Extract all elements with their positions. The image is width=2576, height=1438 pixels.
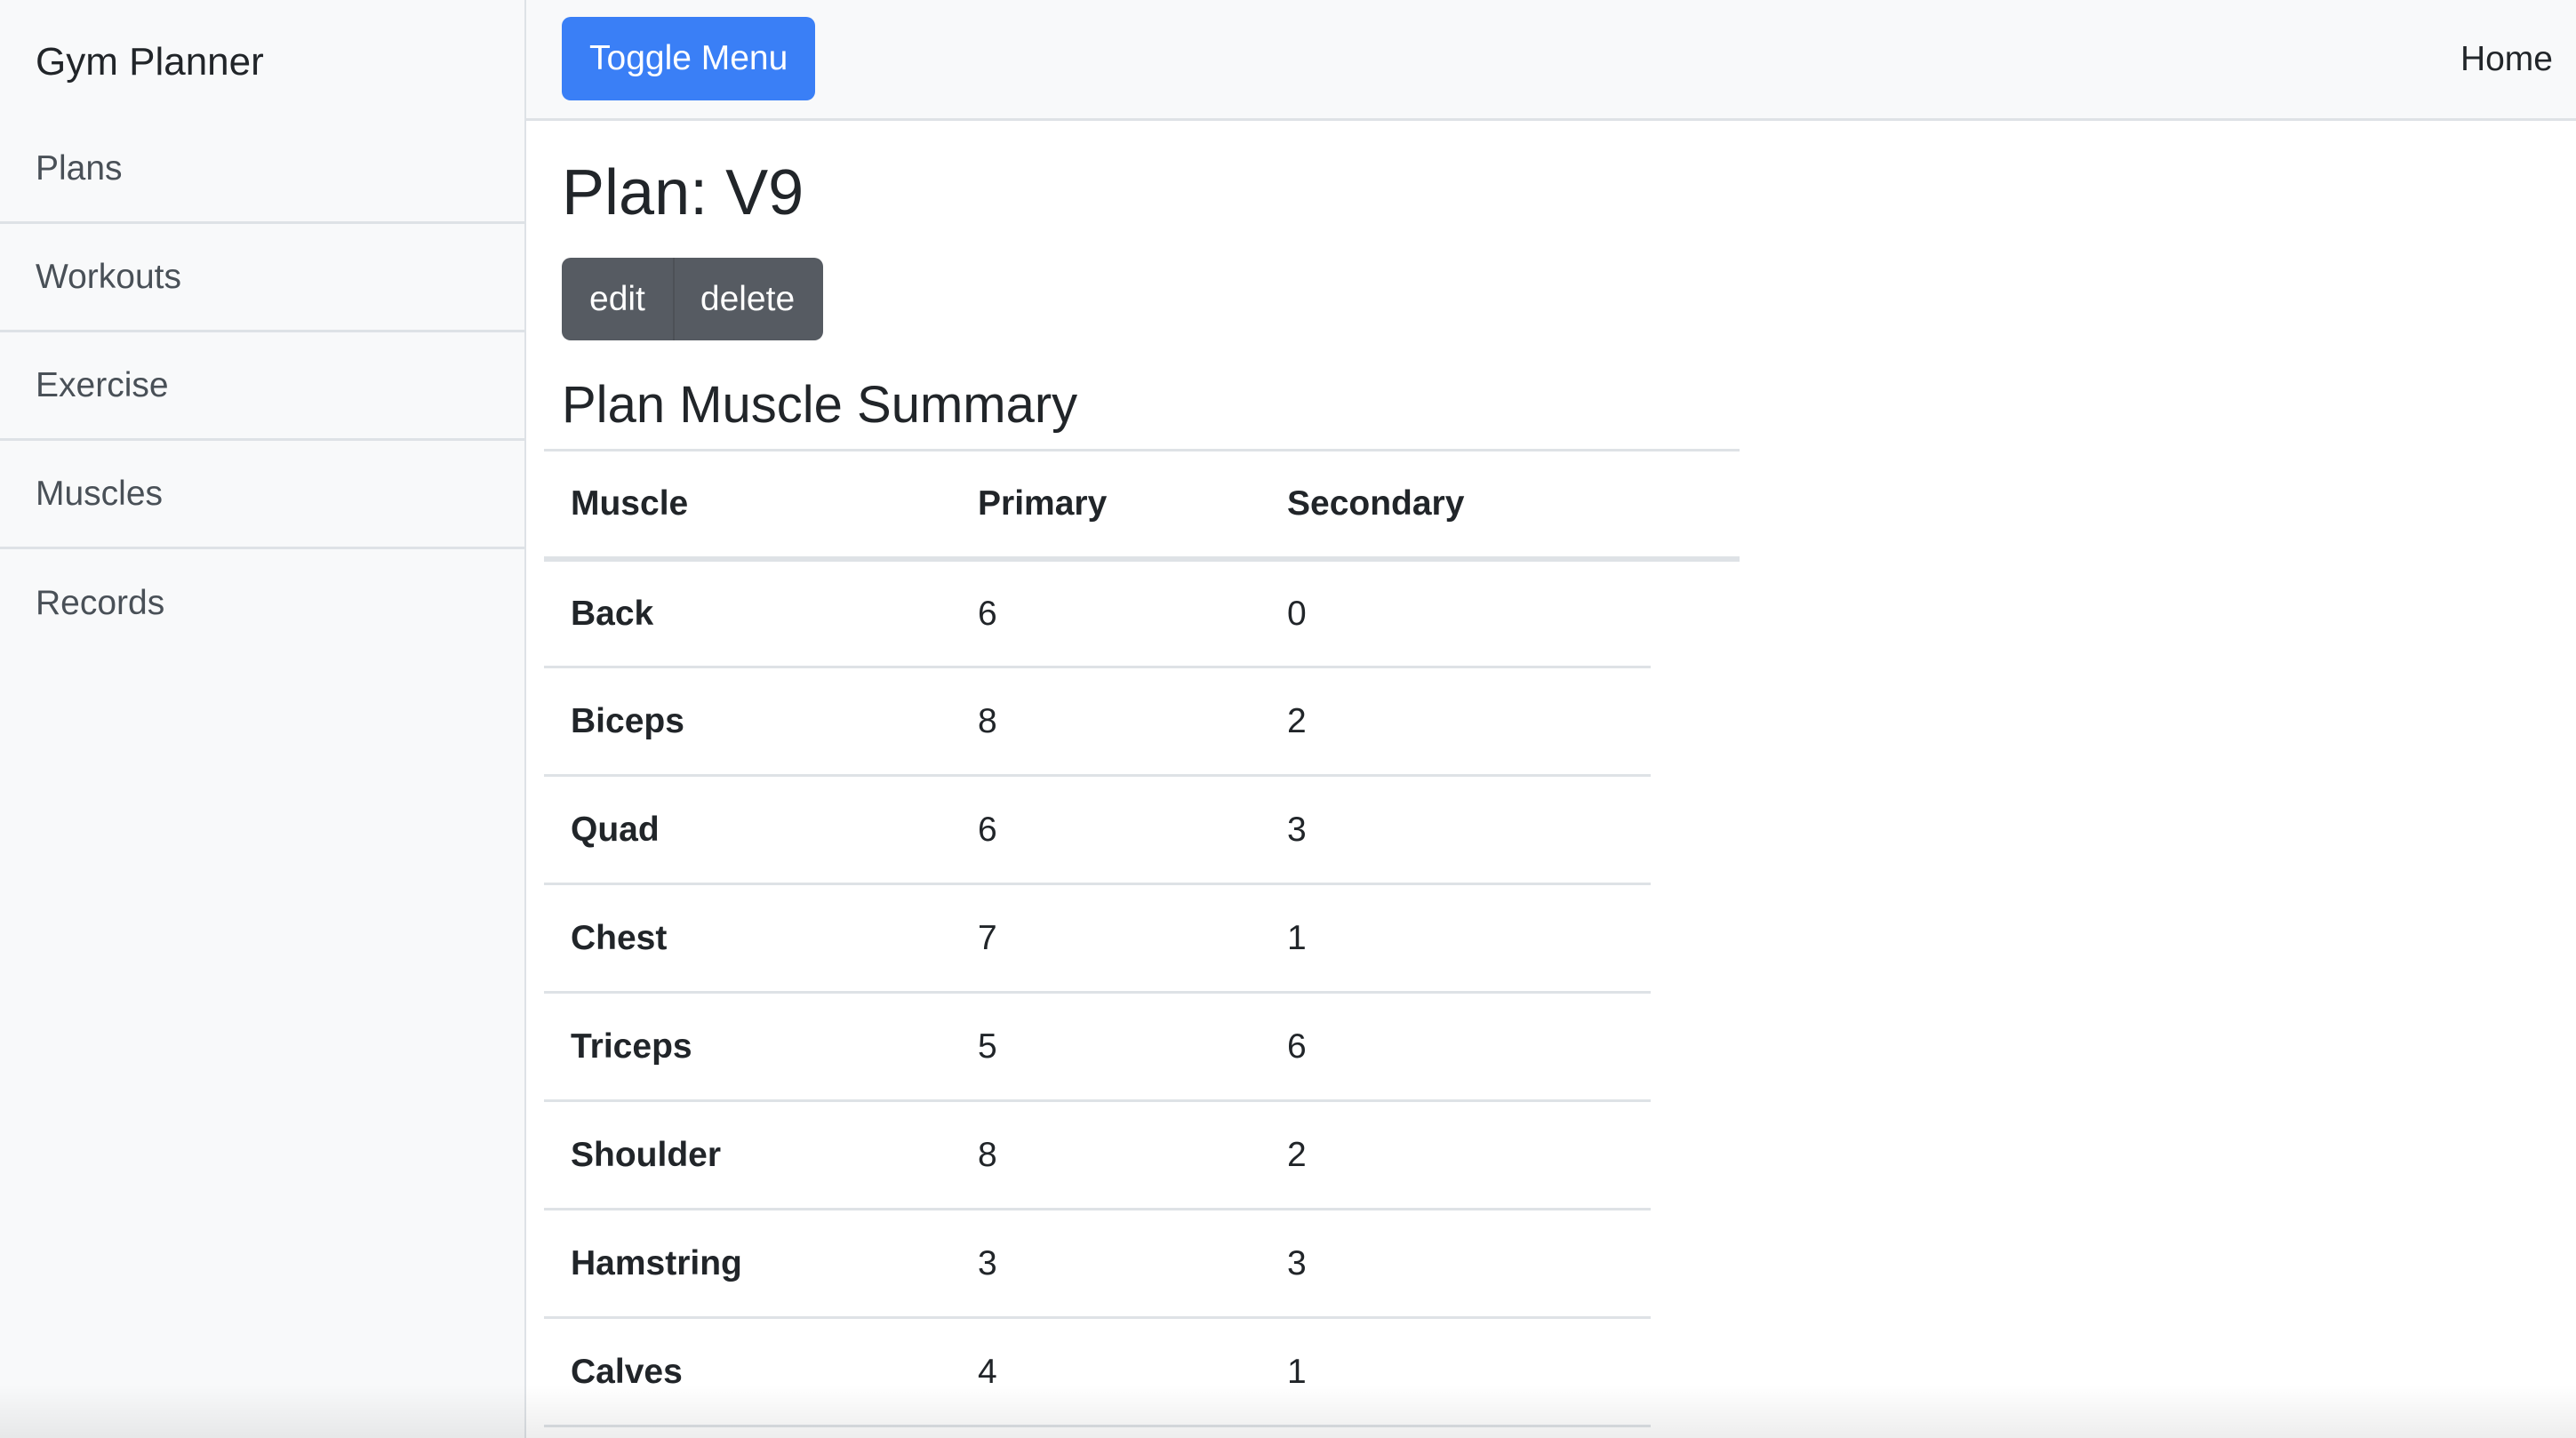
sidebar: Gym Planner Plans Workouts Exercise Musc… xyxy=(0,0,526,1438)
column-header-spacer xyxy=(1651,450,1740,559)
cell-secondary: 3 xyxy=(1260,775,1651,886)
page-content: Toggle Menu Home Plan: V9 edit delete Pl… xyxy=(526,0,2576,1438)
main-content: Plan: V9 edit delete Plan Muscle Summary… xyxy=(526,121,2576,1428)
table-row: Shoulder 8 2 xyxy=(544,1100,1740,1211)
nav-link-home[interactable]: Home xyxy=(2460,40,2553,79)
sidebar-item-exercise[interactable]: Exercise xyxy=(0,332,524,441)
delete-button[interactable]: delete xyxy=(672,258,824,341)
cell-primary: 8 xyxy=(951,667,1260,778)
cell-muscle: Chest xyxy=(544,883,951,995)
cell-muscle: Shoulder xyxy=(544,1100,951,1211)
section-title: Plan Muscle Summary xyxy=(562,376,1078,435)
row-spacer xyxy=(1651,559,1740,667)
cell-primary: 3 xyxy=(951,1209,1260,1320)
cell-primary: 7 xyxy=(951,883,1260,995)
row-spacer xyxy=(1651,667,1740,776)
cell-secondary: 3 xyxy=(1260,1209,1651,1320)
cell-muscle: Triceps xyxy=(544,992,951,1103)
sidebar-item-plans[interactable]: Plans xyxy=(0,116,524,224)
table-row: Hamstring 3 3 xyxy=(544,1209,1740,1320)
muscle-summary-table: Muscle Primary Secondary Back 6 0 Biceps 8 2 Q… xyxy=(544,449,1740,1428)
top-navbar: Toggle Menu Home xyxy=(526,0,2576,121)
cell-muscle: Quad xyxy=(544,775,951,886)
sidebar-nav: Plans Workouts Exercise Muscles Records xyxy=(0,116,524,658)
cell-secondary: 2 xyxy=(1260,1100,1651,1211)
cell-secondary: 0 xyxy=(1260,558,1651,669)
cell-primary: 8 xyxy=(951,1100,1260,1211)
row-spacer xyxy=(1651,884,1740,993)
cell-primary: 4 xyxy=(951,1317,1260,1428)
sidebar-item-records[interactable]: Records xyxy=(0,549,524,658)
app-wrapper: Gym Planner Plans Workouts Exercise Musc… xyxy=(0,0,2576,1438)
sidebar-item-muscles[interactable]: Muscles xyxy=(0,441,524,549)
table-row: Back 6 0 xyxy=(544,558,1740,669)
muscle-summary-table-wrap: Muscle Primary Secondary Back 6 0 Biceps 8 2 Q… xyxy=(544,449,1740,1428)
table-row: Biceps 8 2 xyxy=(544,667,1740,778)
plan-actions: edit delete xyxy=(562,258,824,341)
row-spacer xyxy=(1651,1101,1740,1210)
cell-muscle: Biceps xyxy=(544,667,951,778)
sidebar-item-workouts[interactable]: Workouts xyxy=(0,224,524,332)
table-row: Chest 7 1 xyxy=(544,883,1740,995)
cell-primary: 6 xyxy=(951,775,1260,886)
table-row: Calves 4 1 xyxy=(544,1317,1740,1428)
cell-secondary: 2 xyxy=(1260,667,1651,778)
column-header-muscle: Muscle xyxy=(571,483,689,523)
table-header-row: Muscle Primary Secondary xyxy=(544,450,1740,559)
row-spacer xyxy=(1651,1210,1740,1318)
table-body: Back 6 0 Biceps 8 2 Quad 6 3 Chest 7 1 Triceps 5 6 Shou… xyxy=(544,558,1740,1428)
cell-primary: 6 xyxy=(951,558,1260,669)
table-row: Quad 6 3 xyxy=(544,775,1740,886)
row-spacer xyxy=(1651,993,1740,1101)
cell-muscle: Back xyxy=(544,558,951,669)
cell-muscle: Calves xyxy=(544,1317,951,1428)
edit-button[interactable]: edit xyxy=(562,258,673,341)
row-spacer xyxy=(1651,776,1740,884)
cell-muscle: Hamstring xyxy=(544,1209,951,1320)
page-title: Plan: V9 xyxy=(562,157,804,228)
row-spacer xyxy=(1651,1318,1740,1426)
table-row: Triceps 5 6 xyxy=(544,992,1740,1103)
column-header-secondary: Secondary xyxy=(1287,483,1465,523)
cell-secondary: 1 xyxy=(1260,1317,1651,1428)
toggle-menu-button[interactable]: Toggle Menu xyxy=(562,16,816,100)
column-header-primary: Primary xyxy=(978,483,1108,523)
cell-secondary: 6 xyxy=(1260,992,1651,1103)
cell-primary: 5 xyxy=(951,992,1260,1103)
sidebar-brand: Gym Planner xyxy=(36,40,264,84)
cell-secondary: 1 xyxy=(1260,883,1651,995)
